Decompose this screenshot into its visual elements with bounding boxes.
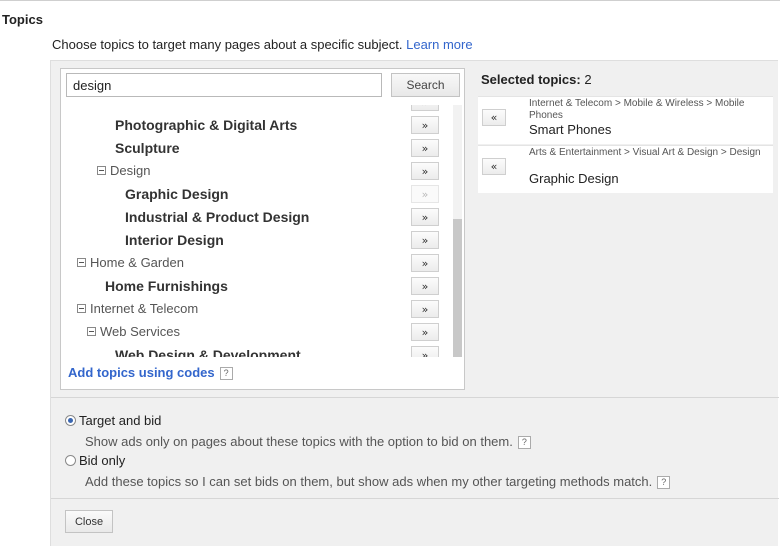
remove-topic-button[interactable]: « bbox=[482, 158, 506, 175]
tree-row-label[interactable]: Industrial & Product Design bbox=[125, 209, 309, 225]
scrollbar-thumb[interactable] bbox=[453, 219, 462, 357]
divider bbox=[51, 498, 779, 499]
add-topic-button[interactable]: » bbox=[411, 139, 439, 157]
divider bbox=[51, 397, 779, 398]
option-description: Show ads only on pages about these topic… bbox=[85, 434, 531, 450]
top-rule bbox=[0, 0, 780, 1]
selected-topics-title: Selected topics: 2 bbox=[481, 72, 592, 87]
tree-row-label[interactable]: Design bbox=[110, 163, 150, 178]
tree-row-home-furnishings: Home Furnishings » bbox=[61, 275, 455, 298]
tree-row-internet-telecom: Internet & Telecom » bbox=[61, 298, 455, 321]
section-description: Choose topics to target many pages about… bbox=[52, 37, 473, 52]
option-label[interactable]: Target and bid bbox=[79, 413, 161, 428]
collapse-icon[interactable] bbox=[97, 166, 106, 175]
collapse-icon[interactable] bbox=[77, 258, 86, 267]
selected-topic-item: « Arts & Entertainment > Visual Art & De… bbox=[478, 145, 773, 193]
add-topic-button[interactable]: » bbox=[411, 208, 439, 226]
tree-row-label[interactable]: Home & Garden bbox=[90, 255, 184, 270]
tree-row-photographic-digital-arts: Photographic & Digital Arts » bbox=[61, 114, 455, 137]
tree-row-sculpture: Sculpture » bbox=[61, 137, 455, 160]
topic-path: Internet & Telecom > Mobile & Wireless >… bbox=[529, 98, 745, 121]
option-description: Add these topics so I can set bids on th… bbox=[85, 474, 671, 490]
tree-row-label[interactable]: Web Services bbox=[100, 324, 180, 339]
topic-name: Smart Phones bbox=[529, 122, 612, 137]
topic-path: Arts & Entertainment > Visual Art & Desi… bbox=[529, 147, 761, 158]
tree-row-web-design-development: Web Design & Development » bbox=[61, 344, 455, 357]
topic-tree-list: » Photographic & Digital Arts » Sculptur… bbox=[61, 105, 461, 357]
topic-name: Graphic Design bbox=[529, 171, 619, 186]
section-title: Topics bbox=[2, 12, 43, 27]
close-button[interactable]: Close bbox=[65, 510, 113, 533]
tree-row-web-services: Web Services » bbox=[61, 321, 455, 344]
selected-topics-count: 2 bbox=[584, 72, 592, 87]
add-topic-button[interactable]: » bbox=[411, 277, 439, 295]
help-icon[interactable]: ? bbox=[657, 476, 671, 490]
tree-row-industrial-product-design: Industrial & Product Design » bbox=[61, 206, 455, 229]
tree-row-label[interactable]: Interior Design bbox=[125, 232, 224, 248]
add-topic-button[interactable]: » bbox=[411, 162, 439, 180]
tree-row-label[interactable]: Internet & Telecom bbox=[90, 301, 198, 316]
topics-panel: Search » Photographic & Digital Arts » S… bbox=[50, 60, 779, 546]
topic-tree-box: Search » Photographic & Digital Arts » S… bbox=[60, 68, 465, 390]
add-topic-button[interactable]: » bbox=[411, 116, 439, 134]
tree-row-graphic-design: Graphic Design » bbox=[61, 183, 455, 206]
tree-row-interior-design: Interior Design » bbox=[61, 229, 455, 252]
tree-row-label[interactable]: Web Design & Development bbox=[115, 347, 301, 357]
help-icon[interactable]: ? bbox=[517, 436, 531, 450]
add-topic-button[interactable]: » bbox=[411, 300, 439, 318]
description-text: Choose topics to target many pages about… bbox=[52, 37, 403, 52]
add-topic-button[interactable]: » bbox=[411, 346, 439, 357]
add-topic-button[interactable]: » bbox=[411, 254, 439, 272]
tree-row-label[interactable]: Sculpture bbox=[115, 140, 180, 156]
add-topic-button[interactable]: » bbox=[411, 105, 439, 111]
tree-row-label[interactable]: Photographic & Digital Arts bbox=[115, 117, 297, 133]
tree-row-home-garden: Home & Garden » bbox=[61, 252, 455, 275]
option-target-and-bid[interactable]: Target and bid bbox=[65, 413, 161, 428]
tree-row-label[interactable]: Graphic Design bbox=[125, 186, 228, 202]
tree-row-clipped: » bbox=[61, 105, 455, 114]
radio-bid-only[interactable] bbox=[65, 455, 76, 466]
option-bid-only[interactable]: Bid only bbox=[65, 453, 125, 468]
learn-more-link[interactable]: Learn more bbox=[406, 37, 472, 52]
remove-topic-button[interactable]: « bbox=[482, 109, 506, 126]
selected-topic-item: « Internet & Telecom > Mobile & Wireless… bbox=[478, 96, 773, 144]
help-icon[interactable]: ? bbox=[219, 367, 233, 381]
tree-row-design: Design » bbox=[61, 160, 455, 183]
search-button[interactable]: Search bbox=[391, 73, 460, 97]
search-input[interactable] bbox=[66, 73, 382, 97]
add-topics-using-codes-link[interactable]: Add topics using codes bbox=[68, 365, 215, 380]
add-topic-button[interactable]: » bbox=[411, 231, 439, 249]
collapse-icon[interactable] bbox=[77, 304, 86, 313]
option-label[interactable]: Bid only bbox=[79, 453, 125, 468]
add-topic-button[interactable]: » bbox=[411, 323, 439, 341]
add-topic-button-disabled[interactable]: » bbox=[411, 185, 439, 203]
collapse-icon[interactable] bbox=[87, 327, 96, 336]
radio-target-and-bid[interactable] bbox=[65, 415, 76, 426]
tree-row-label[interactable]: Home Furnishings bbox=[105, 278, 228, 294]
